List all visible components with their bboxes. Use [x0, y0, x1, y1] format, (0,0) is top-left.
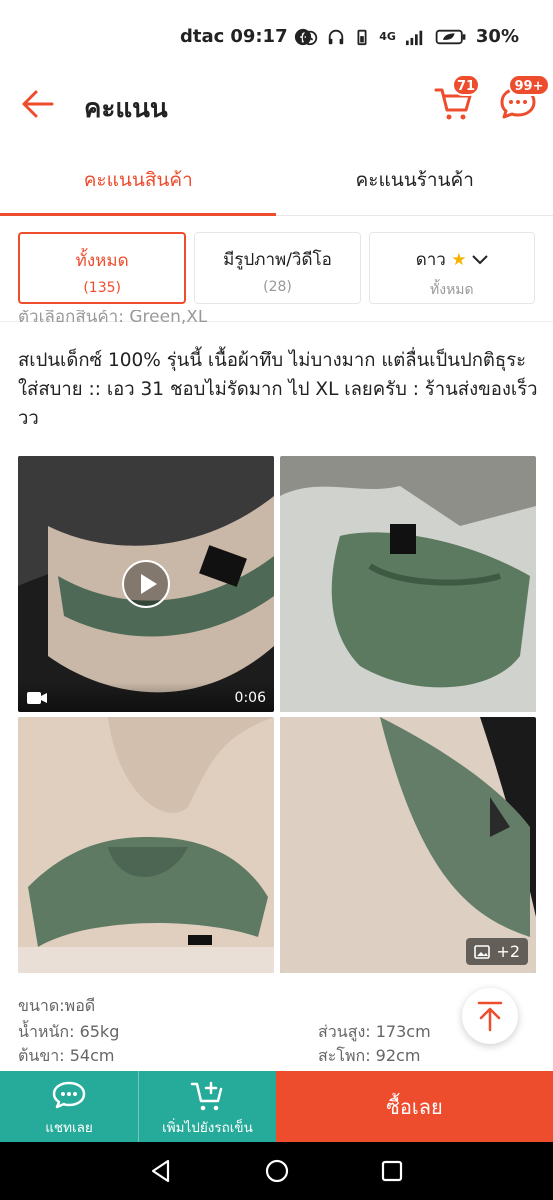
body-thigh: ต้นขา: 54cm	[18, 1046, 115, 1065]
active-tab-indicator	[0, 213, 276, 216]
filter-all[interactable]: ทั้งหมด (135)	[18, 232, 187, 304]
play-button[interactable]	[122, 560, 170, 608]
page-title: คะแนน	[84, 94, 168, 124]
filter-all-label: ทั้งหมด	[75, 251, 129, 271]
chat-now-label: แชทเลย	[45, 1120, 93, 1136]
cart-count-badge: 71	[452, 74, 480, 96]
photo-thumbnail	[280, 717, 536, 973]
chat-now-button[interactable]: แชทเลย	[0, 1071, 138, 1142]
video-duration: 0:06	[234, 690, 266, 706]
variation-text: ตัวเลือกสินค้า: Green,XL	[18, 310, 208, 327]
filter-stars-sub: ทั้งหมด	[430, 282, 474, 298]
review-photo-3[interactable]: +2	[280, 717, 536, 973]
rating-tabs: คะแนนสินค้า คะแนนร้านค้า	[0, 146, 553, 216]
nav-back-icon[interactable]	[146, 1156, 176, 1186]
review-video[interactable]: 0:06	[18, 456, 274, 712]
photo-thumbnail	[280, 456, 536, 712]
network-type: 4G	[379, 29, 396, 43]
scroll-to-top-button[interactable]	[462, 988, 518, 1044]
chat-bubble-icon	[52, 1081, 86, 1109]
carrier: dtac	[180, 26, 225, 47]
filter-media-count: (28)	[263, 279, 292, 295]
photo-thumbnail	[18, 717, 274, 973]
star-icon: ★	[451, 250, 467, 270]
filter-bar: ทั้งหมด (135) มีรูปภาพ/วิดีโอ (28) ดาว ★…	[18, 232, 535, 304]
battery-saver-icon	[357, 29, 367, 45]
bottom-action-bar: แชทเลย เพิ่มไปยังรถเข็น ซื้อเลย	[0, 1071, 553, 1142]
chevron-down-icon	[472, 255, 488, 265]
product-variation: ตัวเลือกสินค้า: Green,XL	[18, 310, 207, 330]
filter-all-count: (135)	[83, 280, 121, 296]
review-photo-2[interactable]	[18, 717, 274, 973]
signal-icon	[405, 30, 423, 45]
add-to-cart-label: เพิ่มไปยังรถเข็น	[162, 1120, 253, 1136]
tab-product-rating[interactable]: คะแนนสินค้า	[0, 146, 277, 215]
body-weight: น้ำหนัก: 65kg	[18, 1022, 120, 1041]
filter-with-media[interactable]: มีรูปภาพ/วิดีโอ (28)	[194, 232, 361, 304]
filter-stars-label-row: ดาว ★	[370, 246, 534, 273]
review-photo-1[interactable]	[280, 456, 536, 712]
system-nav-bar	[0, 1142, 553, 1200]
more-media-count: +2	[496, 942, 520, 961]
clock: 09:17	[230, 26, 288, 47]
fit-size: ขนาด:พอดี	[18, 996, 96, 1015]
video-camera-icon	[27, 692, 47, 704]
chat-count-badge: 99+	[508, 74, 550, 96]
battery-level: 30%	[475, 26, 519, 47]
arrow-up-icon	[477, 1001, 503, 1032]
nav-recents-icon[interactable]	[377, 1156, 407, 1186]
buy-now-button[interactable]: ซื้อเลย	[276, 1071, 553, 1142]
nav-home-icon[interactable]	[262, 1156, 292, 1186]
body-height: ส่วนสูง: 173cm	[318, 1022, 431, 1041]
add-cart-icon	[190, 1081, 222, 1111]
headphones-icon	[329, 29, 344, 44]
filter-stars[interactable]: ดาว ★ ทั้งหมด	[368, 232, 535, 304]
add-to-cart-button[interactable]: เพิ่มไปยังรถเข็น	[138, 1071, 276, 1142]
app-header: คะแนน 71 99+	[0, 70, 553, 142]
filter-stars-label: ดาว	[415, 250, 446, 270]
tab-shop-rating[interactable]: คะแนนร้านค้า	[277, 146, 553, 215]
body-hip: สะโพก: 92cm	[318, 1046, 421, 1065]
image-icon	[474, 944, 491, 959]
back-arrow-icon[interactable]	[18, 84, 58, 124]
status-right: 4G 30%	[301, 26, 519, 47]
status-bar: dtac 09:17 4G 30%	[0, 0, 553, 70]
status-left: dtac 09:17	[180, 26, 312, 47]
more-media-badge: +2	[466, 938, 528, 965]
filter-media-label: มีรูปภาพ/วิดีโอ	[223, 250, 332, 270]
battery-icon	[435, 29, 466, 44]
alarm-icon	[303, 30, 318, 45]
review-text: สเปนเด็กซ์ 100% รุ่นนี้ เนื้อผ้าทึบ ไม่บ…	[18, 350, 538, 429]
